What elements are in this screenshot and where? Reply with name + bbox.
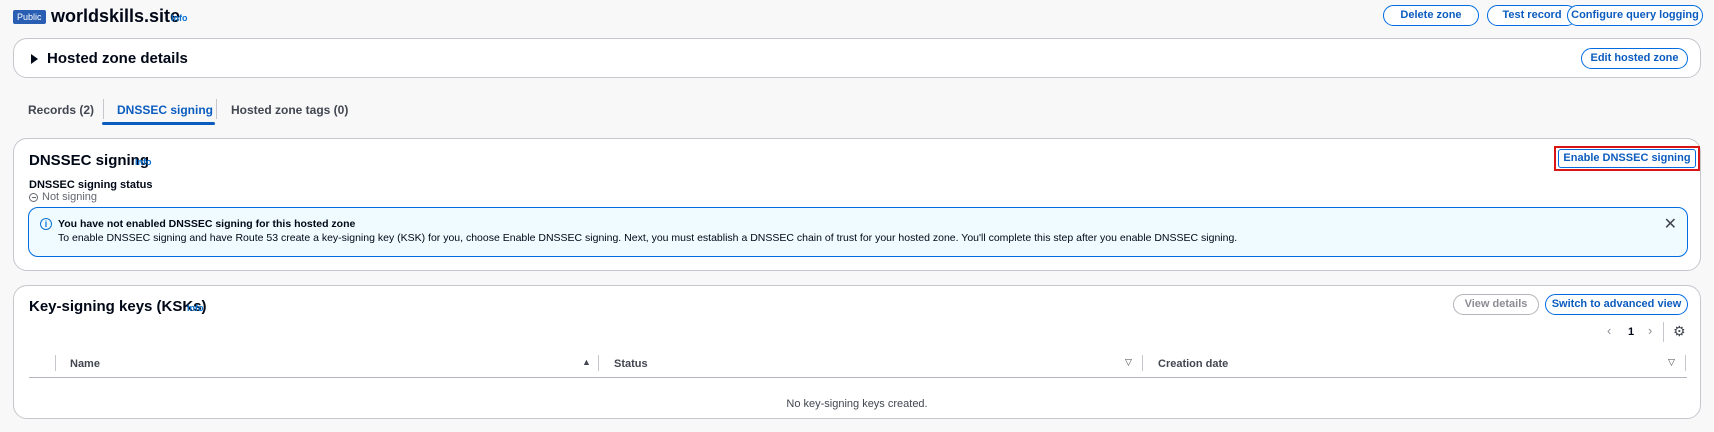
- configure-query-logging-button[interactable]: Configure query logging: [1567, 5, 1703, 26]
- expand-caret-icon[interactable]: [31, 54, 38, 64]
- page-title: worldskills.site: [51, 6, 181, 26]
- info-circle-icon: i: [40, 218, 52, 230]
- column-divider: [55, 355, 56, 371]
- dnssec-section-title: DNSSEC signing: [29, 152, 150, 169]
- sort-icon[interactable]: ▽: [1668, 357, 1675, 368]
- dnssec-info-link[interactable]: Info: [135, 157, 152, 167]
- tab-dnssec-signing[interactable]: DNSSEC signing: [117, 103, 213, 117]
- enable-dnssec-signing-button[interactable]: Enable DNSSEC signing: [1558, 149, 1696, 168]
- public-badge: Public: [13, 10, 46, 24]
- sort-ascending-icon[interactable]: ▲: [582, 357, 591, 367]
- sort-icon[interactable]: ▽: [1125, 357, 1132, 368]
- prev-page-icon[interactable]: ‹: [1607, 323, 1611, 338]
- view-details-button[interactable]: View details: [1453, 294, 1539, 315]
- ksk-panel: Key-signing keys (KSKs) Info View detail…: [13, 285, 1701, 419]
- flash-body: To enable DNSSEC signing and have Route …: [58, 232, 1238, 244]
- dnssec-status-value: Not signing: [42, 191, 98, 203]
- tab-records[interactable]: Records (2): [28, 103, 94, 117]
- close-icon[interactable]: ✕: [1664, 214, 1677, 234]
- table-empty-message: No key-signing keys created.: [786, 398, 928, 410]
- flash-heading: You have not enabled DNSSEC signing for …: [58, 218, 356, 230]
- hosted-zone-details-panel: Hosted zone details Edit hosted zone: [13, 38, 1701, 78]
- dnssec-info-flashbar: i You have not enabled DNSSEC signing fo…: [28, 207, 1688, 257]
- delete-zone-button[interactable]: Delete zone: [1383, 5, 1479, 26]
- column-header-status[interactable]: Status: [614, 358, 648, 370]
- tab-divider: [103, 99, 104, 119]
- ksk-section-title: Key-signing keys (KSKs): [29, 298, 207, 315]
- hosted-zone-details-title[interactable]: Hosted zone details: [47, 50, 188, 67]
- next-page-icon[interactable]: ›: [1648, 323, 1652, 338]
- test-record-button[interactable]: Test record: [1487, 5, 1577, 26]
- settings-gear-icon[interactable]: ⚙: [1673, 323, 1686, 340]
- dnssec-status-label: DNSSEC signing status: [29, 179, 153, 191]
- table-header-border: [29, 377, 1687, 378]
- not-signing-icon: [29, 193, 38, 202]
- column-divider: [598, 355, 599, 371]
- column-divider: [1685, 355, 1686, 371]
- pagination-divider: [1663, 322, 1664, 342]
- ksk-info-link[interactable]: Info: [187, 303, 204, 313]
- column-header-creation-date[interactable]: Creation date: [1158, 358, 1228, 370]
- active-tab-indicator: [102, 122, 215, 125]
- page-number[interactable]: 1: [1628, 326, 1634, 338]
- column-divider: [1142, 355, 1143, 371]
- column-header-name[interactable]: Name: [70, 358, 100, 370]
- header-info-link[interactable]: Info: [171, 13, 188, 23]
- tab-hosted-zone-tags[interactable]: Hosted zone tags (0): [231, 103, 348, 117]
- switch-advanced-view-button[interactable]: Switch to advanced view: [1545, 294, 1688, 315]
- tab-divider: [216, 99, 217, 119]
- edit-hosted-zone-button[interactable]: Edit hosted zone: [1581, 48, 1688, 69]
